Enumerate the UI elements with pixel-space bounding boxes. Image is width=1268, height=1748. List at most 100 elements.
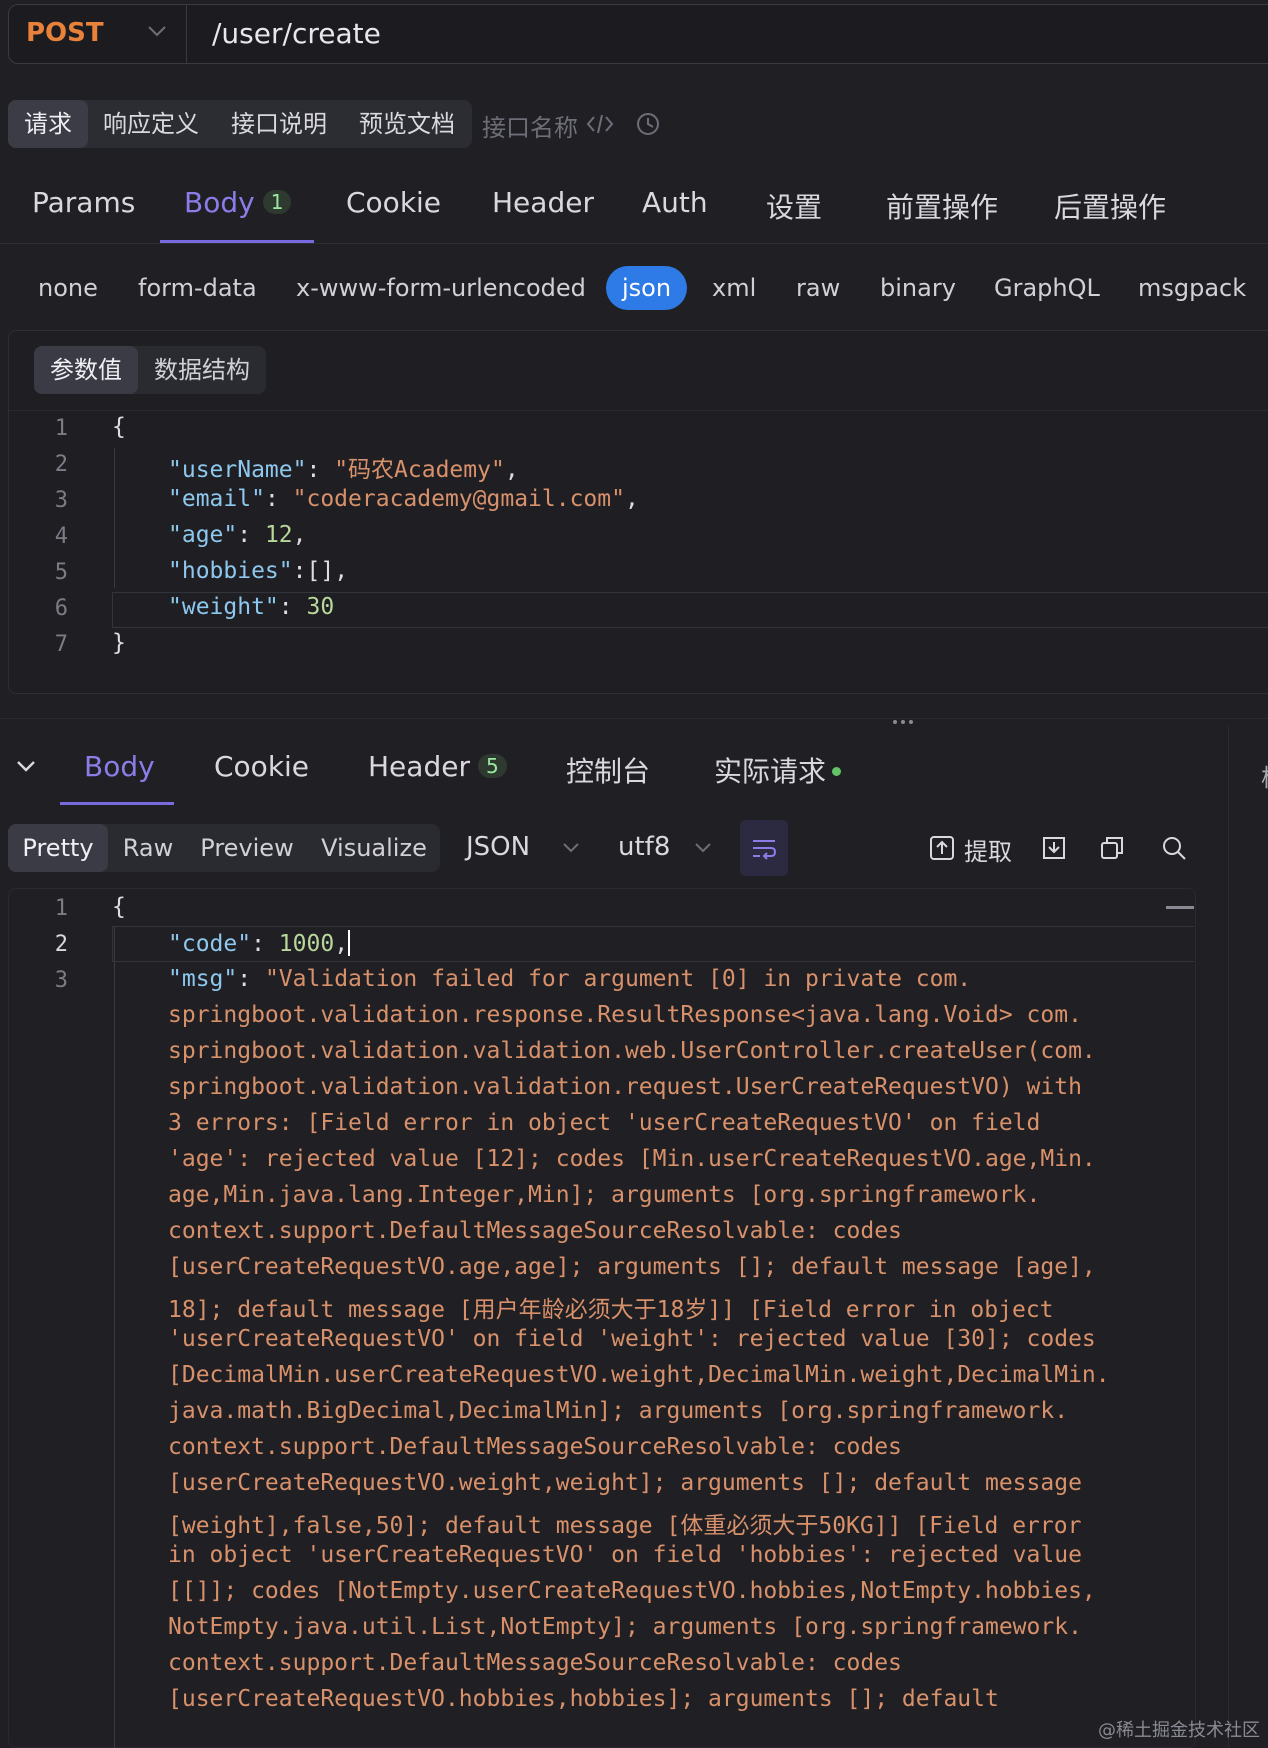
body-type-binary[interactable]: binary (880, 274, 956, 302)
chevron-down-icon[interactable] (560, 836, 582, 858)
collapse-icon[interactable] (12, 752, 40, 780)
segment-param-values[interactable]: 参数值 (34, 346, 138, 394)
tab-api-description[interactable]: 接口说明 (218, 100, 340, 148)
view-pretty[interactable]: Pretty (8, 824, 108, 872)
view-visualize[interactable]: Visualize (312, 824, 436, 872)
json-key: "userName" (168, 457, 307, 483)
json-value: "码农Academy" (334, 457, 505, 483)
response-tab-cookie[interactable]: Cookie (214, 750, 309, 783)
tab-body[interactable]: Body 1 (184, 186, 292, 219)
splitter-grip[interactable] (893, 720, 897, 724)
download-icon[interactable] (1040, 834, 1068, 862)
json-key: "msg" (168, 966, 238, 992)
body-type-form-data[interactable]: form-data (138, 274, 257, 302)
msg-line: age,Min.java.lang.Integer,Min]; argument… (168, 1182, 1041, 1208)
method-select[interactable]: POST (26, 18, 104, 48)
tab-request[interactable]: 请求 (8, 100, 88, 148)
line-number: 7 (54, 632, 68, 657)
watermark: @稀土掘金技术社区 (1098, 1720, 1260, 1741)
tab-pre-operations[interactable]: 前置操作 (886, 186, 998, 226)
line-number: 1 (54, 416, 68, 441)
json-sep: : (237, 966, 265, 992)
view-raw[interactable]: Raw (112, 824, 184, 872)
msg-line: 'age': rejected value [12]; codes [Min.u… (168, 1146, 1096, 1172)
tab-auth[interactable]: Auth (642, 186, 708, 219)
tab-settings[interactable]: 设置 (766, 186, 822, 226)
url-input[interactable]: /user/create (212, 17, 381, 50)
json-tail: , (334, 558, 349, 584)
line-number: 1 (54, 896, 68, 921)
code-line: "age": 12, (168, 522, 307, 548)
segment-data-structure[interactable]: 数据结构 (142, 346, 262, 394)
line-number: 6 (54, 596, 68, 621)
body-type-xml[interactable]: xml (712, 274, 756, 302)
text-cursor (348, 930, 351, 956)
status-dot (832, 767, 842, 776)
tab-params[interactable]: Params (32, 186, 135, 219)
json-tail: , (624, 486, 639, 512)
history-icon[interactable] (634, 110, 662, 138)
json-value: [] (306, 558, 335, 584)
line-number: 3 (54, 968, 68, 993)
splitter-grip[interactable] (901, 720, 905, 724)
msg-line: NotEmpty.java.util.List,NotEmpty]; argum… (168, 1614, 1082, 1640)
response-tab-actual-request-label: 实际请求 (714, 755, 827, 788)
scrollbar-marker[interactable] (1166, 906, 1194, 909)
format-select[interactable]: JSON (466, 832, 530, 862)
code-line: "email": "coderacademy@gmail.com", (168, 486, 639, 512)
panel-splitter[interactable] (0, 718, 1268, 719)
line-number: 2 (54, 452, 68, 477)
msg-line: springboot.validation.response.ResultRes… (168, 1002, 1082, 1028)
chevron-down-icon[interactable] (144, 18, 170, 44)
msg-line: 3 errors: [Field error in object 'userCr… (168, 1110, 1041, 1136)
tab-response-definition[interactable]: 响应定义 (92, 100, 210, 148)
line-number: 2 (54, 932, 68, 957)
response-tab-actual-request[interactable]: 实际请求 (714, 750, 842, 790)
body-type-graphql[interactable]: GraphQL (994, 274, 1100, 302)
line-number: 5 (54, 560, 68, 585)
response-tab-body[interactable]: Body (84, 750, 155, 783)
extract-button[interactable]: 提取 (964, 832, 1012, 867)
body-count-badge: 1 (262, 190, 292, 214)
json-tail: , (334, 931, 349, 957)
code-line: } (112, 630, 126, 656)
json-key: "hobbies" (168, 558, 293, 584)
api-name-input[interactable]: 接口名称 (482, 108, 578, 143)
code-icon[interactable] (586, 112, 614, 136)
msg-line: context.support.DefaultMessageSourceReso… (168, 1218, 902, 1244)
body-type-urlencoded[interactable]: x-www-form-urlencoded (296, 274, 586, 302)
response-tab-header[interactable]: Header 5 (368, 750, 507, 783)
json-value: "coderacademy@gmail.com" (292, 486, 625, 512)
msg-line: java.math.BigDecimal,DecimalMin]; argume… (168, 1398, 1069, 1424)
right-panel-divider (1228, 726, 1229, 1748)
search-icon[interactable] (1160, 834, 1188, 862)
copy-icon[interactable] (1098, 834, 1126, 862)
tab-preview-doc[interactable]: 预览文档 (346, 100, 468, 148)
json-sep: : (306, 457, 335, 483)
msg-line: [[]]; codes [NotEmpty.userCreateRequestV… (168, 1578, 1096, 1604)
tab-post-operations[interactable]: 后置操作 (1054, 186, 1166, 226)
code-line: "hobbies":[], (168, 558, 348, 584)
json-sep: : (278, 594, 307, 620)
indent-guide (114, 448, 115, 588)
wrap-icon[interactable] (750, 834, 778, 862)
encoding-select[interactable]: utf8 (618, 832, 670, 862)
body-type-raw[interactable]: raw (796, 274, 840, 302)
tab-cookie[interactable]: Cookie (346, 186, 441, 219)
json-sep: : (237, 522, 265, 548)
response-tab-console[interactable]: 控制台 (566, 750, 650, 790)
body-type-none[interactable]: none (38, 274, 98, 302)
msg-line: [weight],false,50]; default message [体重必… (168, 1513, 1082, 1539)
view-preview[interactable]: Preview (194, 824, 300, 872)
body-type-msgpack[interactable]: msgpack (1138, 274, 1246, 302)
url-bar (8, 4, 1268, 64)
line-number: 4 (54, 524, 68, 549)
msg-line: context.support.DefaultMessageSourceReso… (168, 1434, 902, 1460)
code-line: "userName": "码农Academy", (168, 450, 519, 484)
splitter-grip[interactable] (909, 720, 913, 724)
code-line: { (112, 894, 126, 920)
tab-header[interactable]: Header (492, 186, 594, 219)
body-type-json[interactable]: json (606, 266, 688, 310)
chevron-down-icon[interactable] (692, 836, 714, 858)
extract-icon[interactable] (928, 834, 956, 862)
